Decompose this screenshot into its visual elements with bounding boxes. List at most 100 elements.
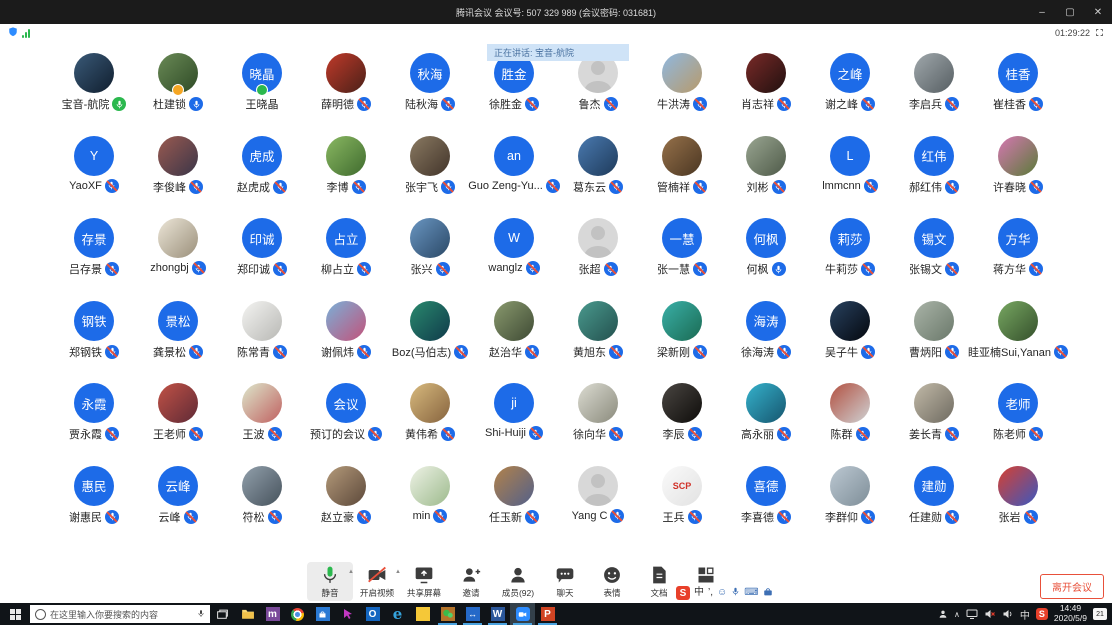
taskbar-clock[interactable]: 14:49 2020/5/9 (1054, 603, 1087, 624)
toolbar-layout-button[interactable] (683, 562, 729, 588)
participant-tile[interactable]: 谢佩炜 (304, 300, 388, 384)
participant-tile[interactable]: 曹炳阳 (892, 300, 976, 384)
participant-tile[interactable]: 陈群 (808, 383, 892, 466)
participant-tile[interactable]: 赵立豪 (304, 465, 388, 549)
participant-tile[interactable]: 梁新刚 (640, 300, 724, 384)
sticky-notes-taskbar-icon[interactable] (410, 603, 435, 625)
participant-tile[interactable]: 红伟 郝红伟 (892, 135, 976, 219)
ime-emoji-icon[interactable]: ☺ (717, 588, 727, 598)
participant-tile[interactable]: 建勋 任建勋 (892, 465, 976, 549)
participant-tile[interactable]: 任玉新 (472, 465, 556, 549)
participant-tile[interactable]: ji Shi-Huiji (472, 383, 556, 466)
participant-tile[interactable]: 胜金 徐胜金 (472, 53, 556, 136)
ime-mic-icon[interactable] (731, 586, 740, 600)
taskbar-search-input[interactable]: 在这里输入你要搜索的内容 (30, 605, 210, 623)
participant-tile[interactable]: 张兴 (388, 218, 472, 301)
participant-tile[interactable]: zhongbj (136, 218, 220, 301)
pointer-app-taskbar-icon[interactable] (335, 603, 360, 625)
edge-taskbar-icon[interactable]: e (385, 603, 410, 625)
participant-tile[interactable]: 存景 吕存景 (52, 218, 136, 301)
participant-tile[interactable]: SCP 王兵 (640, 465, 724, 549)
start-button[interactable] (0, 603, 30, 625)
wechat-taskbar-icon[interactable] (435, 603, 460, 625)
search-mic-icon[interactable] (197, 608, 205, 621)
participant-tile[interactable]: 王老师 (136, 383, 220, 466)
close-button[interactable]: ✕ (1084, 0, 1112, 24)
participant-tile[interactable]: 高永丽 (724, 383, 808, 466)
participant-tile[interactable]: 王波 (220, 383, 304, 466)
participant-tile[interactable]: 之峰 谢之峰 (808, 53, 892, 136)
toolbar-share-button[interactable]: 共享屏幕 (401, 562, 447, 601)
minimize-button[interactable]: – (1028, 0, 1056, 24)
participant-tile[interactable]: 占立 柳占立 (304, 218, 388, 301)
fullscreen-icon[interactable] (1095, 28, 1104, 39)
participant-tile[interactable]: 鲁杰 (556, 53, 640, 136)
participant-tile[interactable]: 印诚 郑印诚 (220, 218, 304, 301)
toolbar-mute-button[interactable]: 静音 ▲ (307, 561, 354, 601)
participant-tile[interactable]: min (388, 465, 472, 549)
action-center-icon[interactable]: 21 (1093, 608, 1107, 620)
file-explorer-taskbar-icon[interactable] (235, 603, 260, 625)
participant-tile[interactable]: L lmmcnn (808, 135, 892, 219)
toolbar-chat-button[interactable]: 聊天 (542, 562, 588, 601)
participant-tile[interactable]: 李启兵 (892, 53, 976, 136)
participant-tile[interactable]: 吴子牛 (808, 300, 892, 384)
outlook-taskbar-icon[interactable]: O (360, 603, 385, 625)
participant-tile[interactable]: 会议 预订的会议 (304, 383, 388, 466)
sogou-logo-icon[interactable]: S (676, 586, 690, 600)
participant-tile[interactable]: 肖志祥 (724, 53, 808, 136)
participant-tile[interactable]: 许春晓 (976, 135, 1060, 219)
participant-tile[interactable]: 锡文 张锡文 (892, 218, 976, 301)
participant-tile[interactable]: 李博 (304, 135, 388, 219)
participant-tile[interactable]: 陈常青 (220, 300, 304, 384)
participant-tile[interactable]: 钢铁 郑钢铁 (52, 300, 136, 384)
participant-tile[interactable]: 惠民 谢惠民 (52, 465, 136, 549)
participant-tile[interactable]: 黄旭东 (556, 300, 640, 384)
participant-tile[interactable]: 赵治华 (472, 300, 556, 384)
participant-tile[interactable]: 方华 蒋方华 (976, 218, 1060, 301)
chrome-taskbar-icon[interactable] (285, 603, 310, 625)
participant-tile[interactable]: 云峰 云峰 (136, 465, 220, 549)
maximize-button[interactable]: ▢ (1056, 0, 1084, 24)
participant-tile[interactable]: 张岩 (976, 465, 1060, 549)
participant-tile[interactable]: 一慧 张一慧 (640, 218, 724, 301)
participant-tile[interactable]: 李群仰 (808, 465, 892, 549)
app-purple-taskbar-icon[interactable]: m (260, 603, 285, 625)
participant-tile[interactable]: Y YaoXF (52, 135, 136, 219)
word-taskbar-icon[interactable]: W (485, 603, 510, 625)
participant-tile[interactable]: 薛明德 (304, 53, 388, 136)
participant-tile[interactable]: 永霞 贾永霞 (52, 383, 136, 466)
participant-tile[interactable]: 桂香 崔桂香 (976, 53, 1060, 136)
participant-tile[interactable]: 老师 陈老师 (976, 383, 1060, 466)
tray-chevron-up-icon[interactable]: ∧ (954, 610, 960, 619)
participant-tile[interactable]: 海涛 徐海涛 (724, 300, 808, 384)
people-icon[interactable] (938, 609, 948, 619)
participant-tile[interactable]: 刘彬 (724, 135, 808, 219)
participant-tile[interactable]: 喜德 李喜德 (724, 465, 808, 549)
tray-ime-indicator[interactable]: 中 (1020, 607, 1030, 622)
toolbar-emoji-button[interactable]: 表情 (589, 562, 635, 601)
ime-punctuation-icon[interactable]: ’, (708, 588, 713, 598)
participant-tile[interactable]: Yang C (556, 465, 640, 549)
participant-tile[interactable]: 晓晶 王晓晶 (220, 53, 304, 136)
participant-tile[interactable]: W wanglz (472, 218, 556, 301)
participant-tile[interactable]: 眭亚楠Sui,Yanan (968, 300, 1068, 384)
participant-tile[interactable]: 牛洪涛 (640, 53, 724, 136)
participant-tile[interactable]: 姜长青 (892, 383, 976, 466)
participant-tile[interactable]: an Guo Zeng-Yu... (468, 135, 560, 219)
participant-tile[interactable]: 虎成 赵虎成 (220, 135, 304, 219)
participant-tile[interactable]: 李辰 (640, 383, 724, 466)
participant-tile[interactable]: 管楠祥 (640, 135, 724, 219)
participant-tile[interactable]: Boz(马伯志) (388, 300, 472, 384)
participant-tile[interactable]: 张宇飞 (388, 135, 472, 219)
participant-tile[interactable]: 李俊峰 (136, 135, 220, 219)
toolbar-video-button[interactable]: 开启视频 ▲ (354, 562, 401, 601)
leave-meeting-button[interactable]: 离开会议 (1040, 574, 1104, 599)
tray-sogou-icon[interactable]: S (1035, 608, 1048, 620)
network-icon[interactable] (966, 609, 978, 619)
participant-tile[interactable]: 景松 龚景松 (136, 300, 220, 384)
toolbar-members-button[interactable]: 成员(92) (495, 562, 541, 601)
participant-tile[interactable]: 杜建锁 (136, 53, 220, 136)
ime-language-icon[interactable]: 中 (694, 588, 704, 598)
participant-tile[interactable]: 黄伟希 (388, 383, 472, 466)
